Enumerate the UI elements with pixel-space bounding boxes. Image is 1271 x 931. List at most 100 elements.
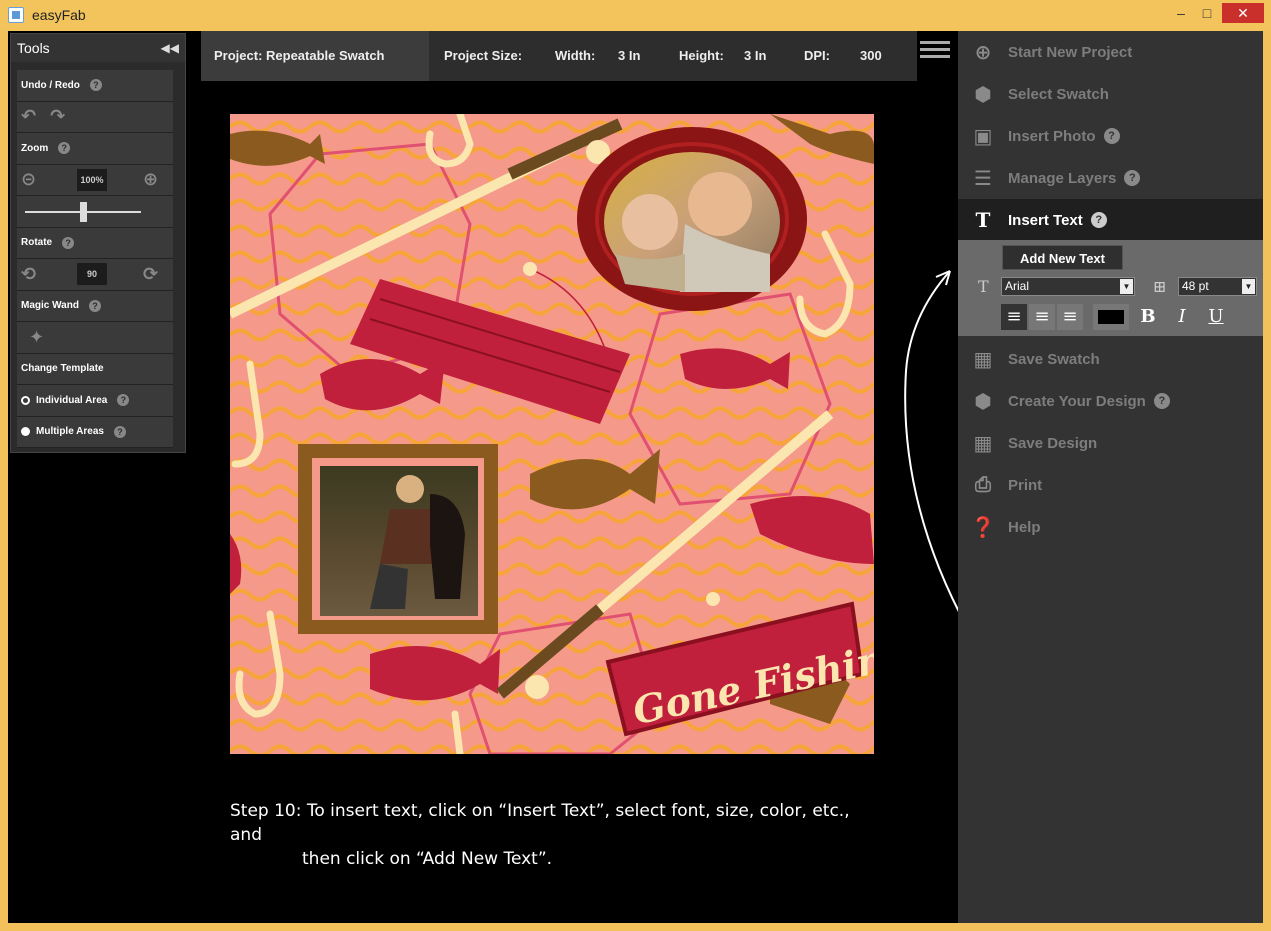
design-canvas[interactable]: Gone Fishin' xyxy=(230,114,874,754)
help-icon[interactable]: ? xyxy=(1124,170,1141,186)
chevron-down-icon: ▼ xyxy=(1242,279,1255,294)
menu-item-label: Insert Photo xyxy=(1008,127,1096,145)
rotate-label: Rotate xyxy=(21,237,53,249)
dpi-label: DPI: xyxy=(804,48,830,63)
zoom-help-icon[interactable]: ? xyxy=(58,142,71,155)
rotate-help-icon[interactable]: ? xyxy=(62,236,75,249)
menu-help[interactable]: ❓ Help xyxy=(958,506,1263,548)
plus-circle-icon: ⊕ xyxy=(974,41,992,64)
menu-save-swatch[interactable]: ▦ Save Swatch xyxy=(958,338,1263,380)
redo-icon[interactable]: ↷ xyxy=(50,106,65,127)
menu-print[interactable]: ⎙ Print xyxy=(958,464,1263,506)
align-right-button[interactable]: ≡ xyxy=(1057,304,1083,330)
menu-insert-photo[interactable]: ▣ Insert Photo ? xyxy=(958,115,1263,157)
magic-wand-icon[interactable]: ✦ xyxy=(29,327,44,348)
tools-header: Tools ◀◀ xyxy=(11,34,185,62)
text-icon: T xyxy=(975,208,991,232)
height-value: 3 In xyxy=(744,48,767,63)
window-title: easyFab xyxy=(32,7,86,23)
menu-item-label: Manage Layers xyxy=(1008,169,1117,187)
swatch-artwork: Gone Fishin' xyxy=(230,114,874,754)
italic-button[interactable]: I xyxy=(1168,304,1196,330)
undo-redo-help-icon[interactable]: ? xyxy=(89,79,102,92)
hexagon-icon: ⬢ xyxy=(974,390,992,413)
menu-start-new-project[interactable]: ⊕ Start New Project xyxy=(958,31,1263,73)
menu-select-swatch[interactable]: ⬢ Select Swatch xyxy=(958,73,1263,115)
text-color-button[interactable] xyxy=(1093,304,1129,330)
bold-button[interactable]: B xyxy=(1134,304,1162,330)
align-left-button[interactable]: ≡ xyxy=(1001,304,1027,330)
help-icon[interactable]: ? xyxy=(1103,128,1120,144)
printer-icon: ⎙ xyxy=(975,473,991,496)
add-new-text-button[interactable]: Add New Text xyxy=(1002,245,1123,270)
align-center-button[interactable]: ≡ xyxy=(1029,304,1055,330)
zoom-slider-thumb[interactable] xyxy=(79,202,87,222)
individual-area-option[interactable]: Individual Area ? xyxy=(17,385,173,417)
maximize-button[interactable]: □ xyxy=(1196,3,1218,23)
zoom-in-icon[interactable]: ⊕ xyxy=(143,169,158,190)
multiple-areas-option[interactable]: Multiple Areas ? xyxy=(17,416,173,448)
font-select-value: Arial xyxy=(1005,279,1030,293)
project-info-bar: Project: Repeatable Swatch Project Size:… xyxy=(201,31,917,81)
caption-line-1: Step 10: To insert text, click on “Inser… xyxy=(230,801,850,845)
undo-redo-row: Undo / Redo ? xyxy=(17,70,173,102)
menu-item-label: Start New Project xyxy=(1008,43,1133,61)
undo-icon[interactable]: ↶ xyxy=(21,106,36,127)
minimize-button[interactable]: – xyxy=(1168,3,1194,23)
change-template-row: Change Template xyxy=(17,353,173,385)
oval-photo-frame xyxy=(577,127,807,311)
save-grid-icon: ▦ xyxy=(973,348,993,371)
font-select[interactable]: Arial ▼ xyxy=(1001,277,1135,296)
height-label: Height: xyxy=(679,48,724,63)
width-label: Width: xyxy=(555,48,596,63)
close-button[interactable]: ✕ xyxy=(1222,3,1264,23)
menu-item-label: Print xyxy=(1008,476,1043,494)
font-size-icon: ⊞ xyxy=(1153,277,1167,296)
title-bar: easyFab – □ ✕ xyxy=(0,0,1271,31)
project-size-label: Project Size: xyxy=(444,48,523,63)
undo-redo-label: Undo / Redo xyxy=(21,79,80,91)
rotate-left-icon[interactable]: ⟲ xyxy=(21,264,36,285)
individual-area-label: Individual Area xyxy=(36,394,108,406)
zoom-slider[interactable] xyxy=(17,196,173,228)
question-circle-icon: ❓ xyxy=(970,516,996,539)
menu-save-design[interactable]: ▦ Save Design xyxy=(958,422,1263,464)
individual-area-help-icon[interactable]: ? xyxy=(117,394,130,407)
dpi-value: 300 xyxy=(860,48,882,63)
app-icon xyxy=(8,7,24,23)
multiple-areas-help-icon[interactable]: ? xyxy=(113,425,126,438)
underline-button[interactable]: U xyxy=(1202,304,1230,330)
collapse-double-chevron-icon[interactable]: ◀◀ xyxy=(161,34,179,62)
rotate-input[interactable]: 90 xyxy=(77,263,107,285)
zoom-controls: ⊝ 100% ⊕ xyxy=(17,164,173,196)
hamburger-menu-icon[interactable] xyxy=(920,41,950,61)
side-menu: ⊕ Start New Project ⬢ Select Swatch ▣ In… xyxy=(958,31,1263,923)
menu-item-label: Help xyxy=(1008,518,1041,536)
menu-manage-layers[interactable]: ☰ Manage Layers ? xyxy=(958,157,1263,199)
help-icon[interactable]: ? xyxy=(1090,212,1107,228)
multiple-areas-radio[interactable] xyxy=(21,427,30,437)
save-grid-icon: ▦ xyxy=(973,432,993,455)
menu-item-label: Save Design xyxy=(1008,434,1098,452)
magic-wand-help-icon[interactable]: ? xyxy=(88,299,101,312)
zoom-input[interactable]: 100% xyxy=(77,168,107,191)
app-client-area: Project: Repeatable Swatch Project Size:… xyxy=(8,31,1263,923)
hexagon-icon: ⬢ xyxy=(974,83,992,106)
tools-title: Tools xyxy=(17,40,50,56)
instruction-caption: Step 10: To insert text, click on “Inser… xyxy=(230,799,870,871)
change-template-label: Change Template xyxy=(21,363,104,375)
menu-create-your-design[interactable]: ⬢ Create Your Design ? xyxy=(958,380,1263,422)
font-size-select-value: 48 pt xyxy=(1182,279,1209,293)
individual-area-radio[interactable] xyxy=(21,395,30,405)
font-size-select[interactable]: 48 pt ▼ xyxy=(1178,277,1257,296)
menu-item-label: Save Swatch xyxy=(1008,350,1100,368)
text-color-swatch xyxy=(1098,310,1124,324)
help-icon[interactable]: ? xyxy=(1153,393,1170,409)
undo-redo-controls: ↶ ↷ xyxy=(17,101,173,133)
zoom-row: Zoom ? xyxy=(17,133,173,165)
layers-icon: ☰ xyxy=(974,167,992,190)
menu-insert-text[interactable]: T Insert Text ? xyxy=(958,199,1263,241)
rotate-right-icon[interactable]: ⟳ xyxy=(143,264,158,285)
zoom-out-icon[interactable]: ⊝ xyxy=(21,169,36,190)
rotate-controls: ⟲ 90 ⟳ xyxy=(17,259,173,291)
